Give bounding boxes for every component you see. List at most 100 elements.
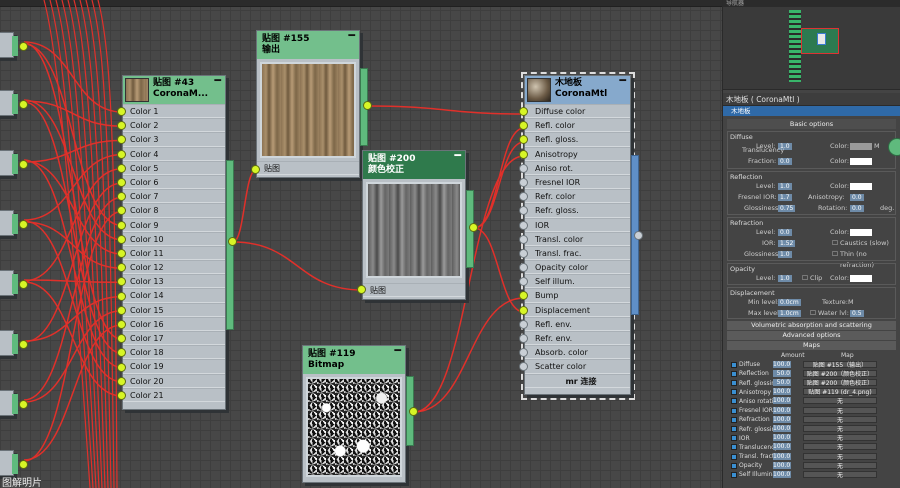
output-socket[interactable] — [19, 100, 28, 109]
panel-handle[interactable] — [888, 138, 900, 156]
map-enable-checkbox[interactable] — [731, 462, 737, 469]
input-slot-color-12[interactable]: Color 12 — [123, 260, 225, 275]
material-name-field[interactable]: 木地板 ( CoronaMtl ) — [723, 93, 900, 106]
input-slot-color-19[interactable]: Color 19 — [123, 359, 225, 374]
slot-input-socket[interactable] — [519, 149, 528, 159]
offscreen-map-node[interactable] — [0, 150, 18, 176]
material-slot-fresnel-ior[interactable]: Fresnel IOR — [519, 174, 630, 190]
slot-input-socket[interactable] — [519, 263, 528, 273]
slot-input-socket[interactable] — [519, 305, 528, 315]
input-slot-map[interactable]: 贴图 — [257, 161, 359, 176]
output-socket[interactable] — [409, 407, 418, 416]
input-socket[interactable] — [117, 391, 126, 400]
map-slot-button[interactable]: 无 — [803, 434, 877, 442]
map-amount-input[interactable]: 50.0 — [773, 369, 791, 377]
slot-input-socket[interactable] — [519, 234, 528, 244]
diffuse-map-button[interactable]: M — [874, 141, 880, 152]
input-socket[interactable] — [117, 234, 126, 244]
refr-glossiness-input[interactable]: 1.0 — [778, 251, 792, 258]
node-map119[interactable]: 贴图 #119 Bitmap ━ — [302, 345, 406, 483]
material-slot-opacity-color[interactable]: Opacity color — [519, 260, 630, 275]
output-socket[interactable] — [19, 400, 28, 409]
output-socket[interactable] — [19, 220, 28, 229]
output-socket[interactable] — [228, 237, 237, 246]
slot-input-socket[interactable] — [519, 220, 528, 230]
input-slot-color-4[interactable]: Color 4 — [123, 146, 225, 161]
map-amount-input[interactable]: 100.0 — [773, 388, 791, 396]
map-slot-button[interactable]: 贴图 #155（输出） — [803, 360, 877, 369]
max-level-input[interactable]: 1.0cm — [778, 310, 801, 317]
map-amount-input[interactable]: 100.0 — [773, 406, 791, 414]
rotation-input[interactable]: 0.0 — [850, 205, 864, 212]
map-enable-checkbox[interactable] — [731, 361, 737, 368]
slot-input-socket[interactable] — [519, 121, 528, 131]
material-slot-refr-gloss-[interactable]: Refr. gloss. — [519, 203, 630, 218]
map-slot-button[interactable]: 无 — [803, 415, 877, 424]
map-slot-button[interactable]: 贴图 #200（颜色校正） — [803, 369, 877, 378]
glossiness-input[interactable]: 0.75 — [778, 205, 796, 212]
map-slot-button[interactable]: 贴图 #200（颜色校正） — [803, 379, 877, 387]
maps-rollout[interactable]: Maps — [727, 341, 896, 350]
map-amount-input[interactable]: 100.0 — [773, 434, 791, 442]
input-slot-color-15[interactable]: Color 15 — [123, 302, 225, 317]
water-checkbox[interactable]: ☐ — [810, 308, 816, 319]
input-slot-color-6[interactable]: Color 6 — [123, 174, 225, 190]
material-slot-bump[interactable]: Bump — [519, 288, 630, 303]
offscreen-map-node[interactable] — [0, 390, 18, 416]
output-socket[interactable] — [19, 280, 28, 289]
slot-input-socket[interactable] — [519, 177, 528, 187]
minimize-button[interactable]: ━ — [348, 30, 355, 41]
refraction-level-input[interactable]: 0.0 — [778, 229, 792, 236]
input-socket[interactable] — [251, 165, 260, 174]
map-amount-input[interactable]: 100.0 — [773, 443, 791, 451]
input-slot-color-21[interactable]: Color 21 — [123, 387, 225, 402]
slot-input-socket[interactable] — [519, 107, 528, 116]
anisotropy-input[interactable]: 0.0 — [850, 194, 864, 201]
material-slot-refl-env-[interactable]: Refl. env. — [519, 316, 630, 331]
output-socket[interactable] — [469, 223, 478, 232]
input-socket[interactable] — [117, 220, 126, 230]
material-slot-transl-frac-[interactable]: Transl. frac. — [519, 245, 630, 261]
basic-options-rollout[interactable]: Basic options — [727, 119, 896, 129]
map-enable-checkbox[interactable] — [731, 398, 737, 405]
input-slot-color-9[interactable]: Color 9 — [123, 217, 225, 232]
input-socket[interactable] — [117, 305, 126, 315]
slot-input-socket[interactable] — [519, 192, 528, 202]
map-enable-checkbox[interactable] — [731, 444, 737, 451]
fraction-input[interactable]: 0.0 — [778, 158, 792, 165]
material-slot-diffuse-color[interactable]: Diffuse color — [519, 104, 630, 119]
input-socket[interactable] — [117, 163, 126, 173]
material-slot-self-illum-[interactable]: Self illum. — [519, 274, 630, 289]
thin-checkbox[interactable]: ☐ — [832, 249, 838, 260]
material-slot-aniso-rot-[interactable]: Aniso rot. — [519, 160, 630, 175]
map-amount-input[interactable]: 100.0 — [773, 397, 791, 405]
input-socket[interactable] — [117, 249, 126, 258]
input-socket[interactable] — [117, 291, 126, 301]
input-socket[interactable] — [117, 376, 126, 386]
output-socket[interactable] — [19, 460, 28, 469]
map-amount-input[interactable]: 100.0 — [773, 452, 791, 460]
node-map155[interactable]: 贴图 #155 输出 ━ 贴图 — [256, 30, 360, 178]
texture-map-button[interactable]: M — [848, 297, 854, 308]
map-slot-button[interactable]: 无 — [803, 406, 877, 415]
slot-input-socket[interactable] — [519, 163, 528, 173]
input-slot-color-7[interactable]: Color 7 — [123, 189, 225, 204]
map-enable-checkbox[interactable] — [731, 380, 737, 387]
ior-input[interactable]: 1.52 — [778, 240, 796, 247]
material-slot-transl-color[interactable]: Transl. color — [519, 231, 630, 246]
slot-input-socket[interactable] — [519, 248, 528, 258]
input-slot-color-20[interactable]: Color 20 — [123, 373, 225, 388]
slot-input-socket[interactable] — [519, 348, 528, 358]
slot-input-socket[interactable] — [519, 277, 528, 287]
material-slot-refl-color[interactable]: Refl. color — [519, 118, 630, 133]
map-slot-button[interactable]: 贴图 #119 (dr_4.png) — [803, 388, 877, 396]
map-enable-checkbox[interactable] — [731, 435, 737, 442]
input-slot-color-17[interactable]: Color 17 — [123, 331, 225, 346]
material-slot-scatter-color[interactable]: Scatter color — [519, 359, 630, 374]
map-enable-checkbox[interactable] — [731, 416, 737, 423]
reflection-level-input[interactable]: 1.0 — [778, 183, 792, 190]
map-slot-button[interactable]: 无 — [803, 425, 877, 433]
map-enable-checkbox[interactable] — [731, 370, 737, 377]
offscreen-map-node[interactable] — [0, 32, 18, 58]
volumetric-rollout[interactable]: Volumetric absorption and scattering — [727, 321, 896, 330]
